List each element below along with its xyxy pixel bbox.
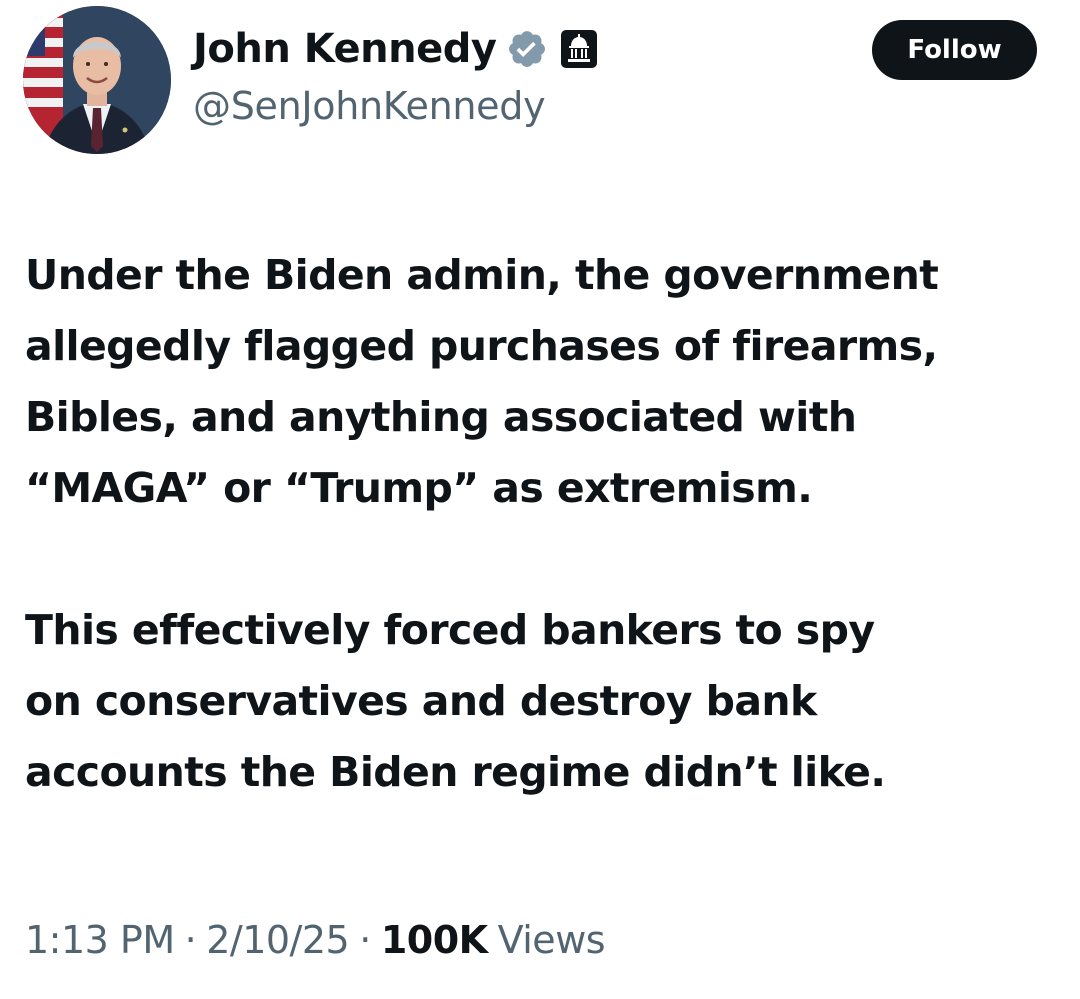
meta-separator: · <box>184 918 197 962</box>
avatar[interactable] <box>23 6 171 154</box>
meta-separator: · <box>359 918 371 962</box>
tweet-line: allegedly flagged purchases of firearms, <box>25 322 938 370</box>
government-building-icon <box>560 29 598 69</box>
tweet-line: Bibles, and anything associated with <box>25 393 857 441</box>
tweet-meta: 1:13 PM · 2/10/25 · 100K Views <box>25 910 606 970</box>
views-label[interactable]: Views <box>498 918 606 962</box>
author-handle[interactable]: @SenJohnKennedy <box>193 84 546 128</box>
tweet-paragraph-1: Under the Biden admin, the government al… <box>25 240 1065 524</box>
tweet-line: accounts the Biden regime didn’t like. <box>25 748 886 796</box>
verified-badge-icon <box>506 28 548 70</box>
tweet-line: This effectively forced bankers to spy <box>25 606 875 654</box>
author-name-row: John Kennedy <box>193 18 598 80</box>
tweet-line: on conservatives and destroy bank <box>25 677 817 725</box>
display-name[interactable]: John Kennedy <box>193 26 497 72</box>
profile-photo <box>23 6 171 154</box>
tweet-text: Under the Biden admin, the government al… <box>25 240 1065 808</box>
tweet-date[interactable]: 2/10/25 <box>206 918 350 962</box>
tweet-line: Under the Biden admin, the government <box>25 251 939 299</box>
tweet-time[interactable]: 1:13 PM <box>25 918 175 962</box>
tweet-line: “MAGA” or “Trump” as extremism. <box>25 464 813 512</box>
follow-button[interactable]: Follow <box>872 20 1037 80</box>
tweet-header: John Kennedy @SenJohnKennedy Follow <box>0 0 1080 170</box>
tweet-paragraph-2: This effectively forced bankers to spy o… <box>25 595 1065 808</box>
views-count[interactable]: 100K <box>381 918 488 962</box>
